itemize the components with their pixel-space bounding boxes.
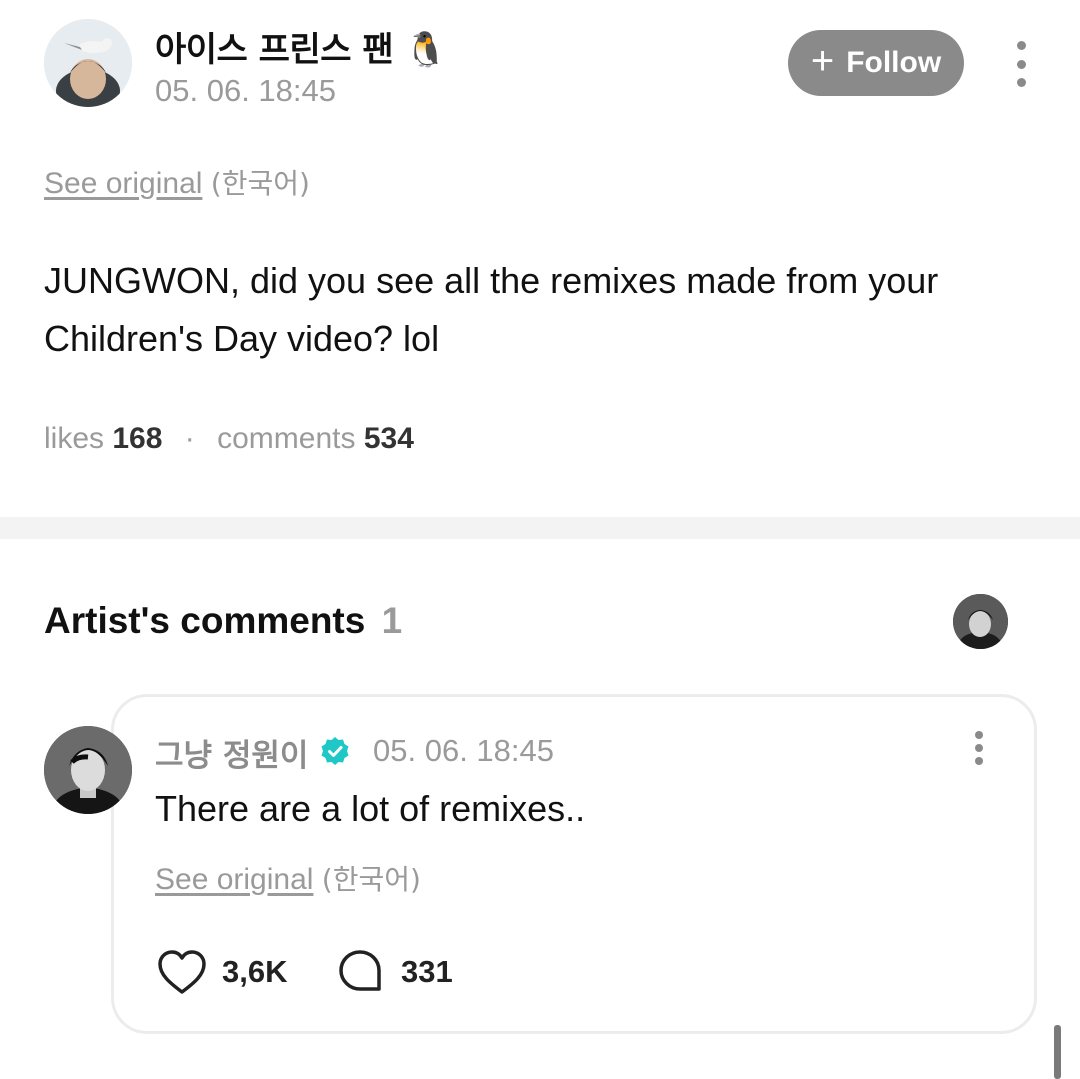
scrollbar[interactable] [1054, 1025, 1061, 1079]
artist-comment-text: There are a lot of remixes.. [155, 788, 586, 829]
comments-label: comments [217, 422, 356, 455]
follow-label: Follow [846, 46, 942, 79]
section-divider [0, 517, 1080, 539]
comment-see-original: See original (한국어) [155, 858, 421, 898]
heart-icon [156, 948, 208, 996]
comment-original-language: (한국어) [321, 863, 421, 896]
artist-comments-heading: Artist's comments 1 [44, 600, 402, 642]
post-author-name[interactable]: 아이스 프린스 팬 🐧 [155, 22, 447, 71]
post-see-original: See original (한국어) [44, 162, 310, 202]
artist-avatar[interactable] [44, 726, 132, 814]
reply-action[interactable]: 331 [337, 948, 453, 996]
artist-comment-author[interactable]: 그냥 정원이 [155, 730, 308, 775]
post-body-text: JUNGWON, did you see all the remixes mad… [44, 260, 939, 359]
likes-label: likes [44, 422, 105, 455]
post-stats: likes 168 · comments 534 [44, 422, 414, 456]
separator-dot: · [184, 422, 195, 455]
plus-icon: + [810, 39, 835, 83]
post-author-avatar[interactable] [44, 19, 132, 107]
comment-see-original-link[interactable]: See original [155, 863, 313, 896]
comment-bubble-icon [337, 948, 383, 996]
comment-more-vertical-icon[interactable] [969, 731, 989, 765]
verified-badge-icon [320, 736, 350, 766]
likes-count[interactable]: 168 [112, 422, 162, 455]
artist-comments-title: Artist's comments [44, 600, 366, 641]
comments-count[interactable]: 534 [364, 422, 414, 455]
more-vertical-icon[interactable] [1011, 41, 1031, 87]
artist-comment-timestamp: 05. 06. 18:45 [373, 733, 554, 768]
see-original-link[interactable]: See original [44, 167, 202, 200]
reply-count: 331 [401, 954, 453, 989]
follow-button[interactable]: + Follow [788, 30, 964, 96]
like-count: 3,6K [222, 954, 288, 989]
post-timestamp: 05. 06. 18:45 [155, 73, 336, 108]
original-language: (한국어) [210, 167, 310, 200]
like-action[interactable]: 3,6K [156, 948, 287, 996]
artist-comments-count: 1 [381, 600, 403, 641]
artist-avatar-small[interactable] [953, 594, 1008, 649]
